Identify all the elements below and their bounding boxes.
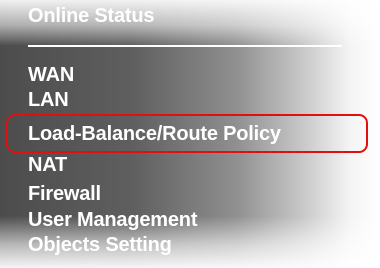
menu-divider	[28, 45, 342, 47]
sidebar-menu: Online Status WAN LAN Load-Balance/Route…	[0, 0, 380, 268]
menu-item-user-management[interactable]: User Management	[28, 208, 197, 232]
menu-item-load-balance-route-policy[interactable]: Load-Balance/Route Policy	[28, 122, 281, 146]
menu-item-nat[interactable]: NAT	[28, 153, 67, 177]
menu-item-firewall[interactable]: Firewall	[28, 182, 101, 206]
menu-item-wan[interactable]: WAN	[28, 63, 74, 87]
menu-item-online-status[interactable]: Online Status	[28, 4, 155, 28]
menu-item-objects-setting[interactable]: Objects Setting	[28, 233, 172, 257]
menu-item-lan[interactable]: LAN	[28, 88, 69, 112]
